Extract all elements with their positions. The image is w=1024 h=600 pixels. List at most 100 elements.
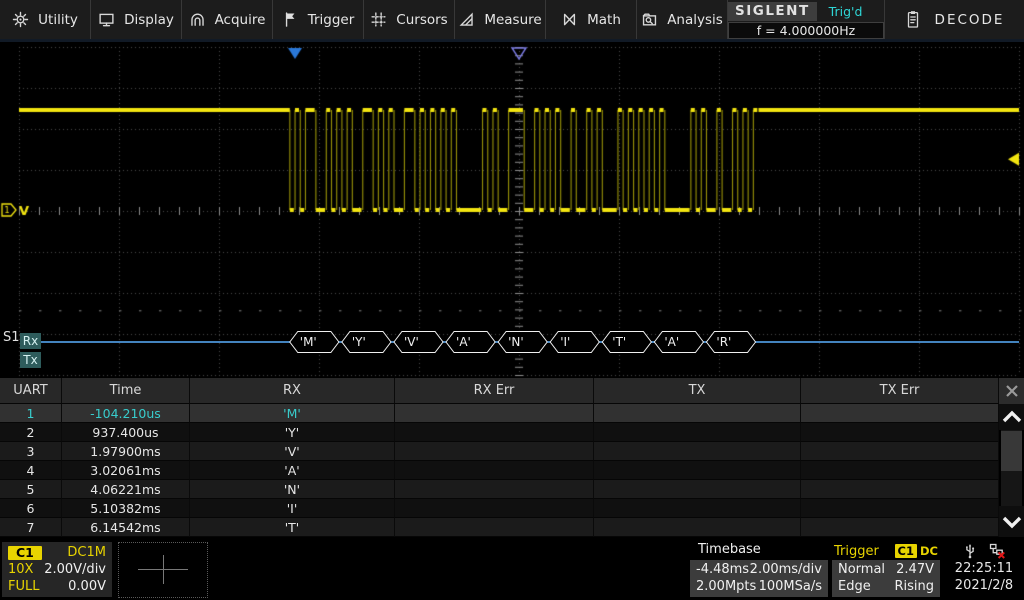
menu-item-measure[interactable]: Measure: [455, 0, 546, 39]
rx-badge[interactable]: Rx: [20, 333, 41, 349]
scroll-down-button[interactable]: [999, 506, 1024, 537]
scroll-up-button[interactable]: [999, 404, 1024, 430]
brand-block: SIGLENT Trig'd f = 4.000000Hz: [728, 0, 884, 39]
add-channel-placeholder[interactable]: [118, 542, 208, 598]
bandwidth-limit: FULL: [8, 579, 39, 594]
table-cell: [594, 461, 801, 480]
table-cell: 'V': [190, 442, 395, 461]
table-cell: 7: [0, 518, 62, 537]
menu-item-label: Utility: [38, 12, 78, 28]
table-header-row: UARTTimeRXRX ErrTXTX Err: [0, 378, 999, 404]
table-row-4[interactable]: 43.02061ms'A': [0, 461, 999, 480]
channel-1-badge[interactable]: C1: [8, 546, 42, 560]
menu-item-cursors[interactable]: Cursors: [364, 0, 455, 39]
waveform-display[interactable]: [0, 42, 1024, 378]
menu-bar-items: Utility Display Acquire Trigger Cursors Measu…: [0, 0, 728, 39]
math-icon: [561, 11, 578, 28]
table-row-3[interactable]: 31.97900ms'V': [0, 442, 999, 461]
scrollbar-thumb[interactable]: [1001, 431, 1022, 471]
tx-badge[interactable]: Tx: [20, 352, 41, 368]
timebase-delay: -4.48ms: [696, 561, 749, 578]
table-close-button[interactable]: [999, 378, 1024, 404]
table-cell: 'T': [190, 518, 395, 537]
display-icon: [98, 11, 115, 28]
menu-item-label: Math: [587, 12, 621, 28]
table-cell: [395, 423, 594, 442]
trigger-label: Trigger: [834, 544, 879, 559]
table-cell: 5.10382ms: [62, 499, 190, 518]
menu-item-label: Trigger: [308, 12, 355, 28]
menu-item-display[interactable]: Display: [91, 0, 182, 39]
memory-depth: 2.00Mpts: [696, 578, 756, 595]
table-cell: [801, 461, 999, 480]
table-row-7[interactable]: 76.14542ms'T': [0, 518, 999, 537]
menu-item-trigger[interactable]: Trigger: [273, 0, 364, 39]
table-cell: [801, 404, 999, 423]
system-date: 2021/2/8: [944, 577, 1024, 594]
table-cell: [594, 499, 801, 518]
table-cell: 1: [0, 404, 62, 423]
table-header-cell: RX Err: [395, 378, 594, 404]
table-cell: [594, 480, 801, 499]
menu-item-label: Display: [124, 12, 174, 28]
frequency-counter: f = 4.000000Hz: [728, 22, 884, 39]
table-header-cell: Time: [62, 378, 190, 404]
timebase-label: Timebase: [690, 542, 828, 560]
trigger-info-box[interactable]: Trigger C1 DC Normal 2.47V Edge Rising: [832, 542, 940, 597]
probe-attenuation: 10X: [8, 562, 33, 577]
timebase-info-box[interactable]: Timebase -4.48ms 2.00ms/div 2.00Mpts 100…: [690, 542, 828, 597]
menu-item-label: Cursors: [396, 12, 447, 28]
table-row-6[interactable]: 65.10382ms'I': [0, 499, 999, 518]
table-cell: [594, 518, 801, 537]
table-cell: 'A': [190, 461, 395, 480]
table-row-2[interactable]: 2937.400us'Y': [0, 423, 999, 442]
table-cell: 3: [0, 442, 62, 461]
measure-icon: [458, 11, 475, 28]
sample-rate: 100MSa/s: [759, 578, 822, 595]
table-cell: [395, 442, 594, 461]
menu-bar: Utility Display Acquire Trigger Cursors Measu…: [0, 0, 1024, 42]
table-cell: [395, 518, 594, 537]
table-header-cell: UART: [0, 378, 62, 404]
flag-icon: [282, 11, 299, 28]
trigger-level: 2.47V: [896, 561, 934, 578]
menu-item-acquire[interactable]: Acquire: [182, 0, 273, 39]
table-cell: [594, 404, 801, 423]
oscilloscope-screen: Utility Display Acquire Trigger Cursors Measu…: [0, 0, 1024, 600]
table-cell: 6: [0, 499, 62, 518]
table-cell: [594, 442, 801, 461]
decode-table: UARTTimeRXRX ErrTXTX Err1-104.210us'M'29…: [0, 378, 999, 537]
menu-item-utility[interactable]: Utility: [0, 0, 91, 39]
table-cell: 2: [0, 423, 62, 442]
menu-item-label: Measure: [484, 12, 541, 28]
table-cell: 3.02061ms: [62, 461, 190, 480]
table-cell: [801, 480, 999, 499]
trigger-mode: Normal: [838, 561, 885, 578]
channel-1-info-box[interactable]: C1 DC1M 10X 2.00V/div FULL 0.00V: [2, 542, 112, 597]
table-header-cell: TX: [594, 378, 801, 404]
menu-item-analysis[interactable]: Analysis: [637, 0, 728, 39]
bus-s1-label: S1: [3, 330, 20, 345]
status-bar: C1 DC1M 10X 2.00V/div FULL 0.00V Timebas…: [0, 540, 1024, 600]
channel-coupling: DC1M: [67, 545, 106, 560]
table-cell: 1.97900ms: [62, 442, 190, 461]
analysis-icon: [641, 11, 658, 28]
table-cell: [594, 423, 801, 442]
table-scrollbar[interactable]: [1001, 430, 1022, 506]
table-cell: -104.210us: [62, 404, 190, 423]
plus-icon: [163, 555, 164, 584]
table-cell: [801, 499, 999, 518]
table-cell: 4.06221ms: [62, 480, 190, 499]
table-row-1[interactable]: 1-104.210us'M': [0, 404, 999, 423]
table-cell: 5: [0, 480, 62, 499]
trigger-coupling: DC: [920, 544, 938, 558]
clipboard-icon: [905, 10, 921, 29]
menu-item-math[interactable]: Math: [546, 0, 637, 39]
table-cell: 'I': [190, 499, 395, 518]
table-cell: 'M': [190, 404, 395, 423]
trigger-type: Edge: [838, 578, 871, 595]
acquire-icon: [189, 11, 206, 28]
decode-dialog-title[interactable]: DECODE: [884, 0, 1024, 39]
table-row-5[interactable]: 54.06221ms'N': [0, 480, 999, 499]
table-cell: [801, 423, 999, 442]
